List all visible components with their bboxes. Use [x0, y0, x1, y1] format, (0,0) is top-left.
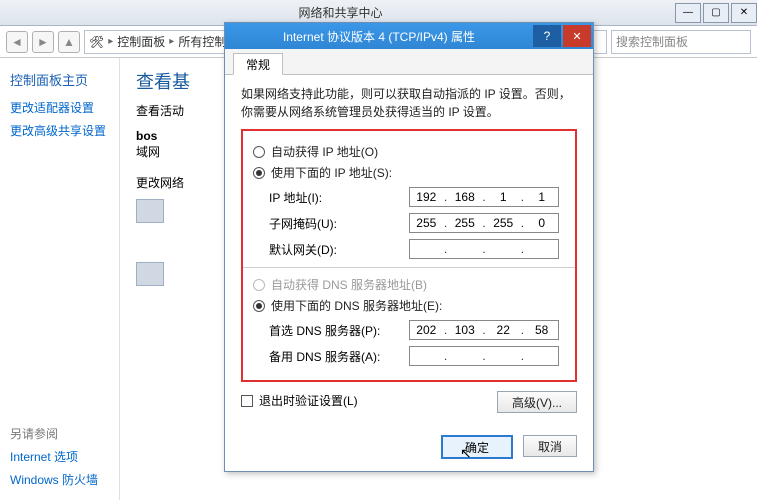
see-also: 另请参阅 Internet 选项 Windows 防火墙	[10, 425, 98, 494]
parent-window-title: 网络和共享中心	[8, 4, 673, 21]
ok-button[interactable]: 确定	[441, 435, 513, 459]
radio-dns-auto: 自动获得 DNS 服务器地址(B)	[253, 276, 565, 293]
network-icon	[136, 199, 164, 223]
see-also-internet-options[interactable]: Internet 选项	[10, 448, 98, 465]
radio-icon-selected	[253, 300, 265, 312]
radio-icon-disabled	[253, 279, 265, 291]
ip-address-label: IP 地址(I):	[269, 189, 409, 206]
radio-dns-auto-label: 自动获得 DNS 服务器地址(B)	[271, 276, 427, 293]
nav-forward-button[interactable]: ►	[32, 31, 54, 53]
tab-general[interactable]: 常规	[233, 53, 283, 75]
maximize-button[interactable]: ▢	[703, 3, 729, 23]
dialog-title: Internet 协议版本 4 (TCP/IPv4) 属性	[225, 28, 533, 45]
radio-ip-manual-label: 使用下面的 IP 地址(S):	[271, 164, 392, 181]
radio-icon	[253, 146, 265, 158]
control-panel-icon: 🛠	[89, 35, 104, 49]
radio-ip-auto[interactable]: 自动获得 IP 地址(O)	[253, 143, 565, 160]
ipv4-properties-dialog: Internet 协议版本 4 (TCP/IPv4) 属性 ? ✕ 常规 如果网…	[224, 22, 594, 472]
tab-strip: 常规	[225, 49, 593, 75]
dialog-titlebar: Internet 协议版本 4 (TCP/IPv4) 属性 ? ✕	[225, 23, 593, 49]
radio-icon-selected	[253, 167, 265, 179]
nav-back-button[interactable]: ◄	[6, 31, 28, 53]
gateway-input[interactable]: . . .	[409, 239, 559, 259]
dialog-description: 如果网络支持此功能，则可以获取自动指派的 IP 设置。否则，你需要从网络系统管理…	[241, 85, 577, 121]
dns2-label: 备用 DNS 服务器(A):	[269, 348, 409, 365]
validate-label: 退出时验证设置(L)	[259, 392, 358, 409]
ip-address-input[interactable]: 192. 168. 1. 1	[409, 187, 559, 207]
network-icon-2	[136, 262, 164, 286]
subnet-mask-label: 子网掩码(U):	[269, 215, 409, 232]
minimize-button[interactable]: —	[675, 3, 701, 23]
advanced-button[interactable]: 高级(V)...	[497, 391, 577, 413]
sidebar-link-adapter[interactable]: 更改适配器设置	[10, 99, 109, 116]
radio-ip-auto-label: 自动获得 IP 地址(O)	[271, 143, 378, 160]
dns2-input[interactable]: . . .	[409, 346, 559, 366]
see-also-title: 另请参阅	[10, 425, 98, 442]
crumb-control-panel[interactable]: 控制面板	[117, 33, 165, 50]
dialog-close-button[interactable]: ✕	[563, 25, 591, 47]
cancel-button[interactable]: 取消	[523, 435, 577, 457]
highlight-box: 自动获得 IP 地址(O) 使用下面的 IP 地址(S): IP 地址(I): …	[241, 129, 577, 382]
checkbox-icon	[241, 395, 253, 407]
gateway-label: 默认网关(D):	[269, 241, 409, 258]
nav-up-button[interactable]: ▲	[58, 31, 80, 53]
subnet-mask-input[interactable]: 255. 255. 255. 0	[409, 213, 559, 233]
dns1-input[interactable]: 202. 103. 22. 58	[409, 320, 559, 340]
radio-dns-manual-label: 使用下面的 DNS 服务器地址(E):	[271, 297, 442, 314]
dns1-label: 首选 DNS 服务器(P):	[269, 322, 409, 339]
see-also-firewall[interactable]: Windows 防火墙	[10, 471, 98, 488]
sidebar-link-sharing[interactable]: 更改高级共享设置	[10, 122, 109, 139]
radio-ip-manual[interactable]: 使用下面的 IP 地址(S):	[253, 164, 565, 181]
radio-dns-manual[interactable]: 使用下面的 DNS 服务器地址(E):	[253, 297, 565, 314]
search-input[interactable]: 搜索控制面板	[611, 30, 751, 54]
help-button[interactable]: ?	[533, 25, 561, 47]
close-button[interactable]: ✕	[731, 3, 757, 23]
sidebar-home[interactable]: 控制面板主页	[10, 70, 109, 89]
